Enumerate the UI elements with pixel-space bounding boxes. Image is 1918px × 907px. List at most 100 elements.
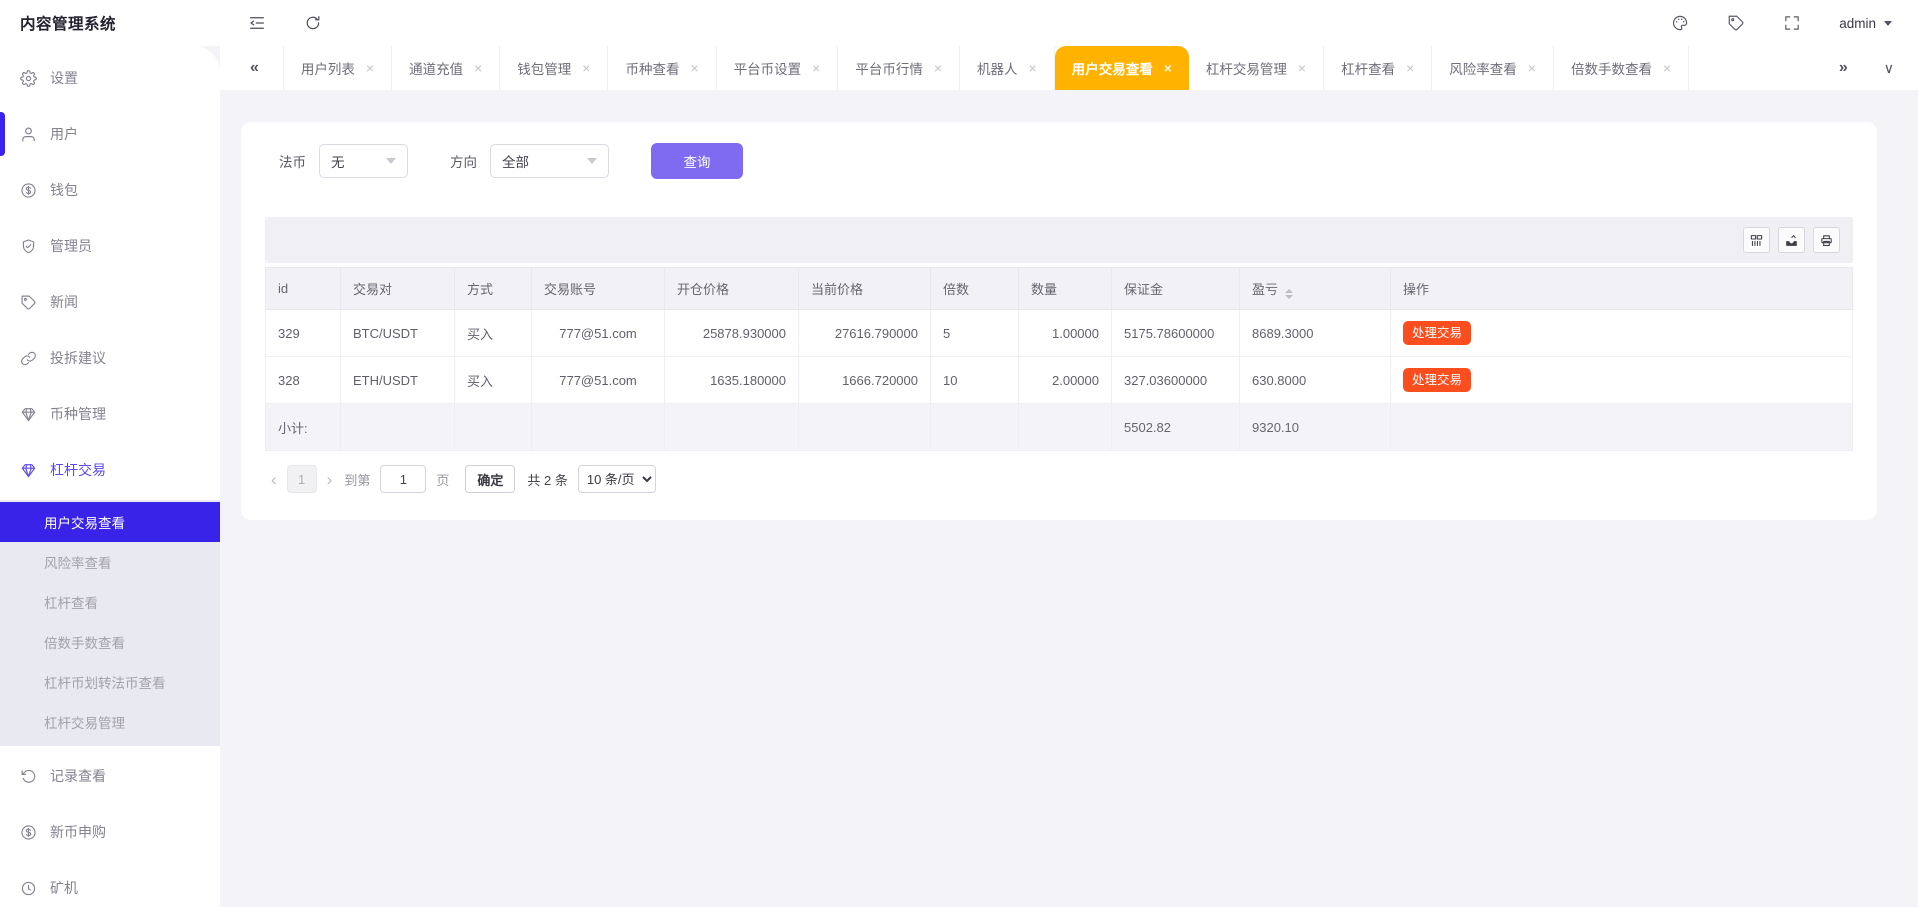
dollar-circle-icon: [20, 182, 37, 199]
user-icon: [20, 126, 37, 143]
sidebar-item-feedback[interactable]: 投拆建议: [0, 330, 220, 386]
close-icon[interactable]: ×: [1406, 60, 1414, 76]
tabs-collapse-icon[interactable]: ∨: [1884, 60, 1894, 77]
prev-page-icon[interactable]: ‹: [265, 471, 283, 488]
submenu-item[interactable]: 杠杆交易管理: [0, 702, 220, 742]
tabs-scroll-left-icon[interactable]: «: [220, 46, 284, 90]
column-header[interactable]: id: [266, 268, 341, 310]
close-icon[interactable]: ×: [366, 60, 374, 76]
tabs-scroll-right-icon[interactable]: »: [1839, 59, 1848, 77]
fullscreen-icon[interactable]: [1783, 14, 1801, 32]
sidebar-item-records[interactable]: 记录查看: [0, 748, 220, 804]
tab[interactable]: 杠杆交易管理 ×: [1189, 46, 1324, 90]
id-cell: 329: [266, 310, 341, 357]
sidebar-item-label: 新闻: [50, 292, 78, 312]
column-header[interactable]: 倍数: [931, 268, 1019, 310]
page-size-select[interactable]: 10 条/页: [578, 465, 656, 493]
tab[interactable]: 倍数手数查看 ×: [1554, 46, 1689, 90]
subtotal-profit-cell: 9320.10: [1240, 404, 1391, 451]
sidebar-item-settings[interactable]: 设置: [0, 50, 220, 106]
sort-icon[interactable]: [1285, 289, 1293, 299]
sidebar-item-leverage-trade[interactable]: 杠杆交易: [0, 442, 220, 498]
account-cell: 777@51.com: [532, 310, 665, 357]
sidebar-item-coin-management[interactable]: 币种管理: [0, 386, 220, 442]
column-header-label: 交易对: [353, 282, 392, 297]
handle-trade-button[interactable]: 处理交易: [1403, 321, 1471, 346]
export-button[interactable]: [1778, 227, 1805, 253]
total-count: 共 2 条: [527, 470, 567, 489]
close-icon[interactable]: ×: [582, 60, 590, 76]
submenu-item[interactable]: 风险率查看: [0, 542, 220, 582]
caret-down-icon: [386, 158, 396, 164]
table-row: 329 BTC/USDT 买入 777@51.com 25878.930000 …: [266, 310, 1853, 357]
sidebar-item-users[interactable]: 用户: [0, 106, 220, 162]
submenu-item[interactable]: 倍数手数查看: [0, 622, 220, 662]
column-header[interactable]: 交易对: [341, 268, 455, 310]
next-page-icon[interactable]: ›: [321, 471, 339, 488]
close-icon[interactable]: ×: [474, 60, 482, 76]
sidebar-item-label: 记录查看: [50, 766, 106, 786]
goto-page-input[interactable]: [380, 465, 426, 493]
confirm-button[interactable]: 确定: [465, 465, 515, 493]
side-cell: 买入: [455, 310, 532, 357]
tab[interactable]: 平台币行情 ×: [838, 46, 960, 90]
tab[interactable]: 杠杆查看 ×: [1324, 46, 1432, 90]
refresh-icon[interactable]: [304, 14, 322, 32]
menu-fold-icon[interactable]: [248, 14, 266, 32]
active-section-indicator: [0, 112, 5, 156]
tab[interactable]: 风险率查看 ×: [1432, 46, 1554, 90]
sidebar-item-wallet[interactable]: 钱包: [0, 162, 220, 218]
sidebar-item-label: 设置: [50, 68, 78, 88]
column-header[interactable]: 方式: [455, 268, 532, 310]
sidebar-item-miner[interactable]: 矿机: [0, 860, 220, 907]
column-header[interactable]: 保证金: [1112, 268, 1240, 310]
submenu-item[interactable]: 杠杆币划转法币查看: [0, 662, 220, 702]
columns-button[interactable]: [1743, 227, 1770, 253]
fiat-select[interactable]: 无: [319, 144, 408, 178]
tab[interactable]: 机器人 ×: [960, 46, 1055, 90]
user-menu[interactable]: admin: [1839, 16, 1892, 31]
column-header[interactable]: 数量: [1019, 268, 1112, 310]
top-bar: 内容管理系统 admin: [0, 0, 1918, 46]
submenu-item[interactable]: 杠杆查看: [0, 582, 220, 622]
tab[interactable]: 用户交易查看 ×: [1055, 46, 1189, 90]
palette-icon[interactable]: [1671, 14, 1689, 32]
column-header[interactable]: 开仓价格: [665, 268, 799, 310]
pair-cell: ETH/USDT: [341, 357, 455, 404]
subtotal-row: 小计: 5502.82 9320.10: [266, 404, 1853, 451]
gem-icon: [20, 406, 37, 423]
print-button[interactable]: [1813, 227, 1840, 253]
tab[interactable]: 平台币设置 ×: [717, 46, 839, 90]
amount-cell: 2.00000: [1019, 357, 1112, 404]
close-icon[interactable]: ×: [1164, 60, 1172, 76]
column-header[interactable]: 操作: [1391, 268, 1853, 310]
sidebar-item-label: 杠杆交易: [50, 460, 106, 480]
close-icon[interactable]: ×: [812, 60, 820, 76]
close-icon[interactable]: ×: [1663, 60, 1671, 76]
submenu-item[interactable]: 用户交易查看: [0, 502, 220, 542]
close-icon[interactable]: ×: [690, 60, 698, 76]
tab[interactable]: 钱包管理 ×: [500, 46, 608, 90]
sidebar-item-admins[interactable]: 管理员: [0, 218, 220, 274]
current-price-cell: 27616.790000: [799, 310, 931, 357]
tab[interactable]: 币种查看 ×: [608, 46, 716, 90]
tab[interactable]: 通道充值 ×: [392, 46, 500, 90]
close-icon[interactable]: ×: [934, 60, 942, 76]
sidebar-item-new-coin[interactable]: 新币申购: [0, 804, 220, 860]
sidebar-item-news[interactable]: 新闻: [0, 274, 220, 330]
column-header[interactable]: 盈亏: [1240, 268, 1391, 310]
search-button[interactable]: 查询: [651, 143, 743, 179]
tab[interactable]: 用户列表 ×: [284, 46, 392, 90]
tag-icon[interactable]: [1727, 14, 1745, 32]
handle-trade-button[interactable]: 处理交易: [1403, 368, 1471, 393]
table-header-row: id 交易对 方式 交易账号 开仓价格 当前价格 倍数: [266, 268, 1853, 310]
column-header[interactable]: 交易账号: [532, 268, 665, 310]
column-header[interactable]: 当前价格: [799, 268, 931, 310]
current-page-button[interactable]: 1: [287, 465, 317, 493]
close-icon[interactable]: ×: [1528, 60, 1536, 76]
close-icon[interactable]: ×: [1029, 60, 1037, 76]
gear-icon: [20, 70, 37, 87]
close-icon[interactable]: ×: [1298, 60, 1306, 76]
empty-cell: [931, 404, 1019, 451]
direction-select[interactable]: 全部: [490, 144, 609, 178]
